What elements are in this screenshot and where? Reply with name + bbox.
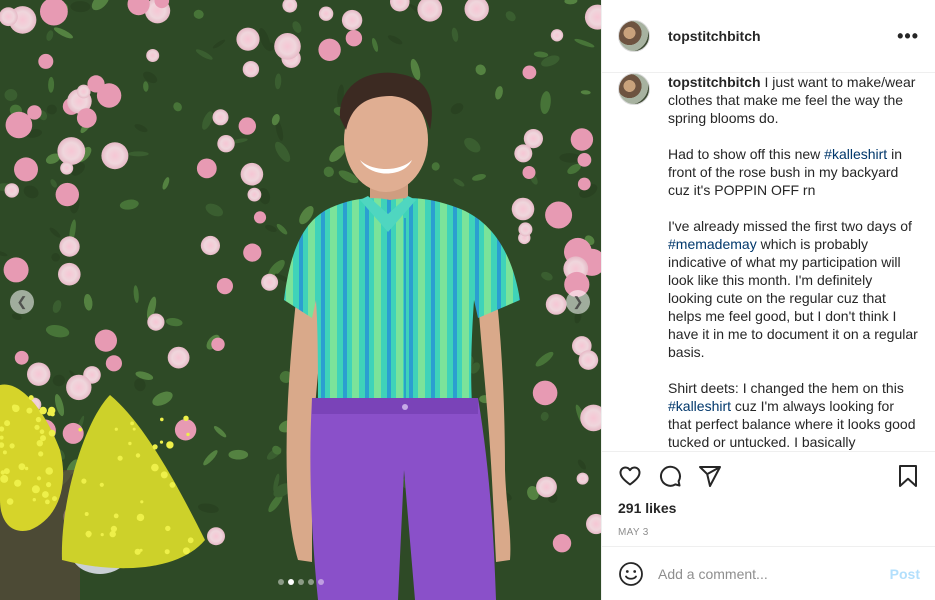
carousel-dot <box>297 579 304 585</box>
share-icon[interactable] <box>698 464 722 488</box>
post-date[interactable]: MAY 3 <box>602 527 935 538</box>
action-icons <box>602 452 935 500</box>
caption-paragraph: I've already missed the first two days o… <box>668 217 919 361</box>
caption-segment: I've already missed the first two days o… <box>668 218 912 234</box>
carousel-dot <box>317 579 324 585</box>
post-author-username[interactable]: topstitchbitch <box>668 28 761 44</box>
comment-input[interactable] <box>658 565 890 582</box>
heart-icon[interactable] <box>618 464 642 488</box>
caption-segment: which is probably indicative of what my … <box>668 236 918 360</box>
more-options-icon[interactable]: ••• <box>897 26 919 47</box>
emoji-icon[interactable] <box>618 561 644 587</box>
caption-segment: Shirt deets: I changed the hem on this <box>668 380 904 396</box>
post-header: topstitchbitch ••• <box>602 0 935 73</box>
caption-username[interactable]: topstitchbitch <box>668 74 761 90</box>
caption-scroll-area[interactable]: topstitchbitch I just want to make/wear … <box>602 73 935 451</box>
photo-illustration <box>0 0 601 600</box>
caption-segment: Had to show off this new <box>668 146 825 162</box>
avatar[interactable] <box>618 20 650 52</box>
comment-bar: Post <box>602 546 935 600</box>
bookmark-icon[interactable] <box>896 464 920 488</box>
chevron-right-icon: ❯ <box>572 294 584 309</box>
carousel-prev-button[interactable]: ❮ <box>10 290 34 314</box>
actions-area: 291 likes MAY 3 <box>602 451 935 538</box>
post-comment-button[interactable]: Post <box>890 566 920 582</box>
carousel-dot <box>287 579 294 585</box>
instagram-post: ❮ ❯ topstitchbitch ••• topstitchbitch I … <box>0 0 935 600</box>
post-photo[interactable]: ❮ ❯ <box>0 0 601 600</box>
carousel-next-button[interactable]: ❯ <box>566 290 590 314</box>
comment-icon[interactable] <box>658 464 682 488</box>
hashtag-link[interactable]: #kalleshirt <box>668 398 731 414</box>
likes-count[interactable]: 291 likes <box>602 500 935 516</box>
carousel-dot <box>307 579 314 585</box>
caption-avatar[interactable] <box>618 73 650 105</box>
caption-paragraph: Shirt deets: I changed the hem on this #… <box>668 379 919 451</box>
hashtag-link[interactable]: #memademay <box>668 236 757 252</box>
carousel-dot <box>277 579 284 585</box>
chevron-left-icon: ❮ <box>16 294 28 309</box>
carousel-indicator <box>0 579 601 585</box>
caption-paragraph: topstitchbitch I just want to make/wear … <box>668 73 919 127</box>
hashtag-link[interactable]: #kalleshirt <box>824 146 887 162</box>
post-sidebar: topstitchbitch ••• topstitchbitch I just… <box>601 0 935 600</box>
caption-paragraph: Had to show off this new #kalleshirt in … <box>668 145 919 199</box>
caption-text: topstitchbitch I just want to make/wear … <box>668 73 919 451</box>
